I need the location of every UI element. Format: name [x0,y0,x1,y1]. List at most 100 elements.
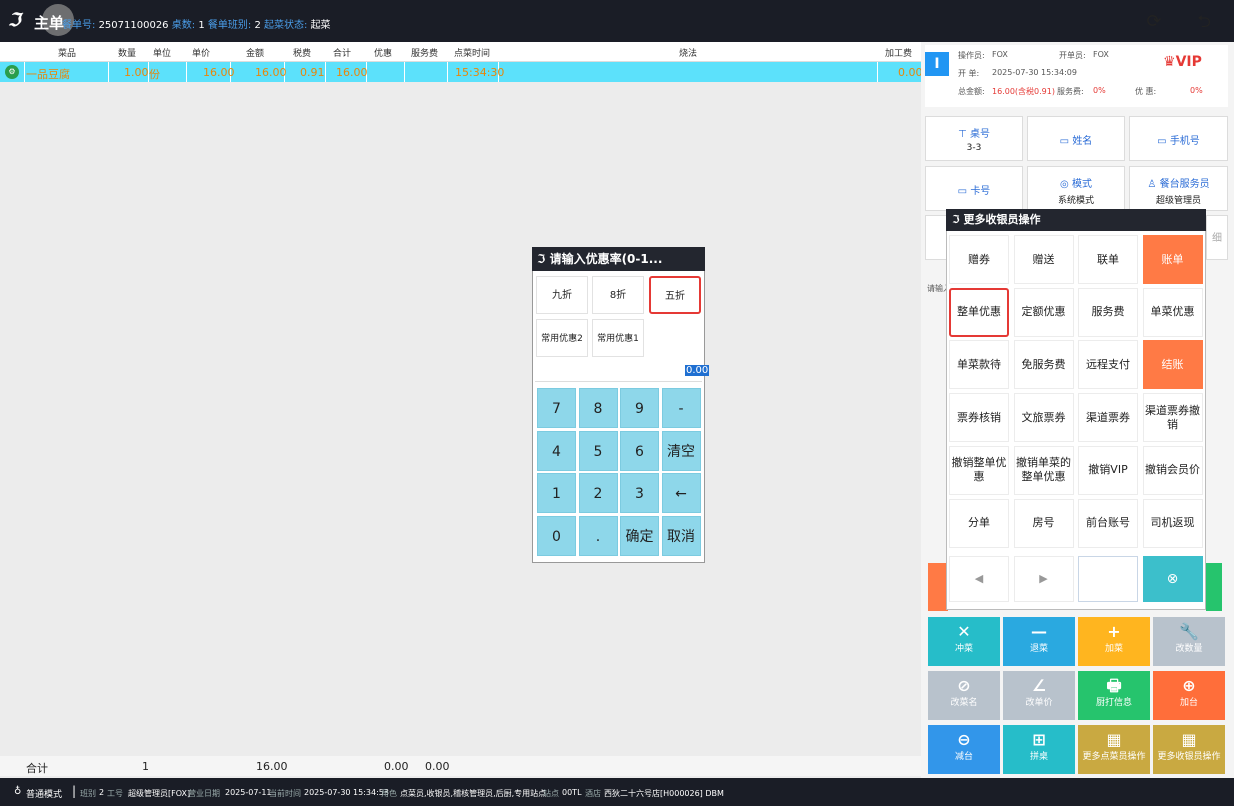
front-account-button[interactable]: 前台账号 [1078,498,1138,548]
refresh-icon[interactable]: ⟳ [1143,11,1165,33]
phone-label: 手机号 [1169,136,1200,147]
item-treat-button[interactable]: 单菜款待 [949,340,1009,390]
checkout-strip[interactable] [928,563,948,611]
confirm-strip[interactable] [1206,563,1222,611]
col-method: 烧法 [679,49,698,59]
key-2[interactable]: 2 [578,473,618,513]
discount-80-button[interactable]: 8折 [592,276,644,314]
action-label: 拼桌 [1029,752,1048,762]
name-button[interactable]: ▭ 姓名 [1027,116,1125,161]
detail-button[interactable]: 细 [1206,215,1228,260]
mode-button[interactable]: ◎ 模式 系统模式 [1027,166,1125,211]
room-no-button[interactable]: 房号 [1013,498,1074,548]
phone-button[interactable]: ▭ 手机号 [1129,116,1228,161]
crown-icon: ♛ [1163,54,1176,70]
table-row[interactable]: 一品豆腐 1.00 份 16.00 16.00 0.91 16.00 15:34… [0,62,923,82]
discount-dialog-title: ℑ 请输入优惠率(0-1... [532,247,705,271]
channel-ticket-button[interactable]: 渠道票券 [1078,393,1138,443]
backspace-button[interactable]: ← [661,473,701,513]
change-qty-button[interactable]: 🔧 改数量 [1153,617,1225,666]
cancel-vip-button[interactable]: 撤销VIP [1078,445,1138,495]
order-discount-button[interactable]: 整单优惠 [949,287,1009,337]
waiter-value: 超级管理员 [1155,196,1201,206]
key-dot[interactable]: . [578,515,618,556]
common-discount-2-button[interactable]: 常用优惠2 [536,319,588,357]
kitchen-print-button[interactable]: 🖶 厨打信息 [1078,671,1150,720]
ticket-redeem-button[interactable]: 票券核销 [949,393,1009,443]
more-cashier-ops-button[interactable]: ▦ 更多收银员操作 [1153,725,1225,774]
bizdate-label: 营业日期 [188,789,220,798]
discount-input[interactable] [535,362,702,382]
flush-dish-button[interactable]: ✕ 冲菜 [928,617,1000,666]
discount-90-button[interactable]: 九折 [536,276,588,314]
totals-amount: 16.00 [256,760,288,773]
prev-page-button[interactable]: ◀ [949,556,1009,602]
driver-rebate-button[interactable]: 司机返现 [1142,498,1203,548]
key-9[interactable]: 9 [620,388,659,428]
action-label: 改单价 [1025,698,1053,708]
service-fee-button[interactable]: 服务费 [1078,287,1138,337]
item-discount-button[interactable]: 单菜优惠 [1142,287,1203,337]
return-dish-button[interactable]: — 退菜 [1003,617,1075,666]
key-5[interactable]: 5 [578,430,618,471]
gift-coupon-button[interactable]: 赠券 [949,235,1009,284]
fixed-discount-button[interactable]: 定额优惠 [1013,287,1074,337]
travel-ticket-button[interactable]: 文旅票券 [1013,393,1074,443]
action-label: 加菜 [1104,644,1123,654]
key-7[interactable]: 7 [537,388,576,428]
merge-table-button[interactable]: ⊞ 拼桌 [1003,725,1075,774]
common-discount-1-button[interactable]: 常用优惠1 [592,319,644,357]
cancel-order-discount-button[interactable]: 撤销整单优惠 [949,445,1009,495]
key-minus[interactable]: - [661,388,701,428]
vip-badge[interactable]: ♛VIP [1163,54,1202,70]
discount-50-button[interactable]: 五折 [649,276,701,314]
key-0[interactable]: 0 [537,515,576,556]
page-input[interactable] [1078,556,1138,602]
bill-button[interactable]: 账单 [1142,235,1203,284]
table-no-button[interactable]: ⊤ 桌号 3-3 [925,116,1023,161]
totals-qty: 1 [142,760,149,773]
add-circle-icon: ⊕ [1182,676,1196,695]
channel-ticket-cancel-button[interactable]: 渠道票券撤销 [1142,393,1203,443]
add-dish-button[interactable]: + 加菜 [1078,617,1150,666]
hidden-button[interactable] [925,215,947,260]
combine-order-button[interactable]: 联单 [1078,235,1138,284]
split-order-button[interactable]: 分单 [949,498,1009,548]
worker-value: 超级管理员[FOX] [128,789,191,798]
remote-pay-button[interactable]: 远程支付 [1078,340,1138,390]
table-no-label: 桌号 [969,129,990,140]
waiter-button[interactable]: ♙ 餐台服务员 超级管理员 [1129,166,1228,211]
cancel-button[interactable]: 取消 [661,515,701,556]
back-icon[interactable]: ⮌ [1193,11,1215,33]
more-waiter-ops-button[interactable]: ▦ 更多点菜员操作 [1078,725,1150,774]
clear-button[interactable]: 清空 [661,430,701,471]
reduce-table-button[interactable]: ⊖ 减台 [928,725,1000,774]
plus-icon: + [1107,622,1121,641]
key-4[interactable]: 4 [537,430,576,471]
action-label: 减台 [954,752,973,762]
service-value: 0% [1093,86,1106,95]
detail-label: 细 [1212,233,1222,244]
total-value: 16.00(含税0.91) [992,87,1055,96]
status-label: 起菜状态: [264,20,308,31]
cancel-member-price-button[interactable]: 撤销会员价 [1142,445,1203,495]
card-no-button[interactable]: ▭ 卡号 [925,166,1023,211]
add-table-button[interactable]: ⊕ 加台 [1153,671,1225,720]
key-6[interactable]: 6 [620,430,659,471]
key-1[interactable]: 1 [537,473,576,513]
close-panel-button[interactable]: ⊗ [1142,556,1203,602]
next-page-button[interactable]: ▶ [1013,556,1074,602]
free-service-button[interactable]: 免服务费 [1013,340,1074,390]
confirm-button[interactable]: 确定 [620,515,659,556]
checkout-button[interactable]: 结账 [1142,340,1203,390]
site-label: 站点 [543,789,559,798]
gift-button[interactable]: 赠送 [1013,235,1074,284]
cancel-item-order-discount-button[interactable]: 撤销单菜的整单优惠 [1013,445,1074,495]
key-3[interactable]: 3 [620,473,659,513]
rename-dish-button[interactable]: ⊘ 改菜名 [928,671,1000,720]
row-tax: 0.91 [300,66,325,79]
col-tax: 税费 [293,49,312,59]
totals-row: 合计 1 16.00 0.00 0.00 [0,756,921,776]
key-8[interactable]: 8 [578,388,618,428]
change-price-button[interactable]: ∠ 改单价 [1003,671,1075,720]
